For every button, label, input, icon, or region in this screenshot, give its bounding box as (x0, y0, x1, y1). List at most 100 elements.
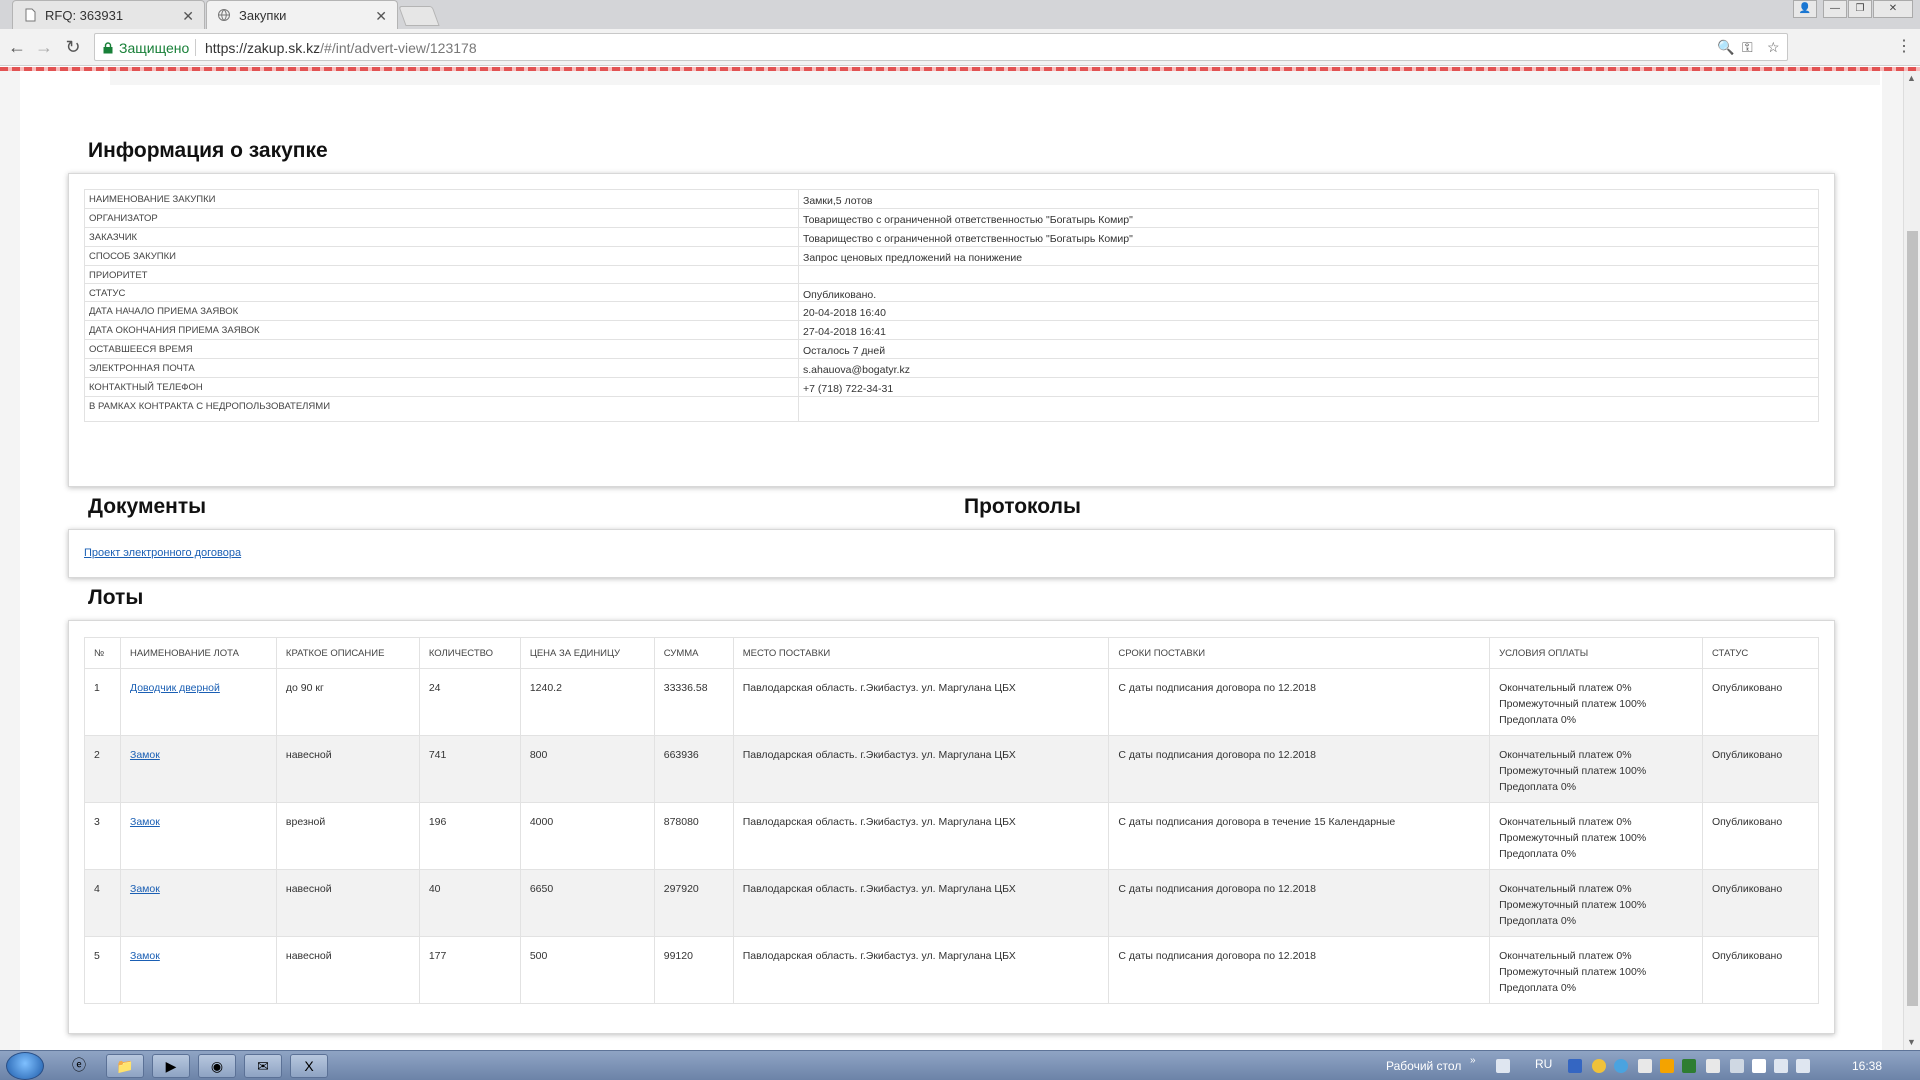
outlook-icon[interactable]: ✉ (244, 1054, 282, 1078)
lot-name: Замок (119, 735, 277, 803)
close-icon[interactable]: ✕ (375, 8, 387, 25)
restore-icon[interactable]: ❐ (1848, 0, 1872, 18)
lot-number: 2 (84, 735, 121, 803)
media-player-icon[interactable]: ▶ (152, 1054, 190, 1078)
chevron-icon[interactable]: » (1470, 1055, 1476, 1066)
lot-status: Опубликовано (1701, 936, 1820, 1004)
url-field[interactable]: Защищено https://zakup.sk.kz/#/int/adver… (94, 33, 1788, 61)
volume-icon[interactable] (1796, 1059, 1810, 1073)
printer-icon[interactable] (1638, 1059, 1652, 1073)
lot-quantity: 24 (418, 668, 521, 736)
lot-delivery-place: Павлодарская область. г.Экибастуз. ул. М… (732, 802, 1110, 870)
network-icon[interactable] (1774, 1059, 1788, 1073)
info-row: Организатор Товарищество с ограниченной о… (84, 208, 1819, 228)
payment-line: Промежуточный платеж 100% (1499, 765, 1647, 777)
info-value (798, 396, 1819, 422)
tablet-icon[interactable] (1496, 1059, 1510, 1073)
lot-name-link[interactable]: Доводчик дверной (130, 682, 220, 694)
menu-dots-icon[interactable]: ⋮ (1893, 37, 1915, 57)
payment-line: Промежуточный платеж 100% (1499, 966, 1647, 978)
top-strip (110, 71, 1880, 85)
lot-status: Опубликовано (1701, 802, 1820, 870)
scroll-thumb[interactable] (1907, 231, 1918, 1006)
lot-delivery-place: Павлодарская область. г.Экибастуз. ул. М… (732, 869, 1110, 937)
lot-unit-price: 1240.2 (519, 668, 655, 736)
lot-delivery-term: С даты подписания договора по 12.2018 (1108, 668, 1491, 736)
lot-name-link[interactable]: Замок (130, 883, 160, 895)
shield-icon[interactable] (1568, 1059, 1582, 1073)
documents-heading: Документы (88, 495, 207, 518)
new-tab-button[interactable] (398, 6, 440, 26)
lot-name: Доводчик дверной (119, 668, 277, 736)
lot-name-link[interactable]: Замок (130, 749, 160, 761)
zoom-icon[interactable]: 🔍 (1717, 39, 1734, 56)
address-bar: ← → ↻ Защищено https://zakup.sk.kz/#/int… (0, 29, 1920, 66)
lot-payment-terms: Окончательный платеж 0% Промежуточный пла… (1489, 936, 1703, 1004)
excel-icon[interactable]: X (290, 1054, 328, 1078)
info-label: Наименование закупки (84, 189, 799, 209)
scroll-down-icon[interactable]: ▼ (1907, 1037, 1916, 1047)
lot-quantity: 196 (418, 802, 521, 870)
window-close-icon[interactable]: ✕ (1873, 0, 1913, 18)
contract-draft-link[interactable]: Проект электронного договора (84, 547, 241, 559)
info-value: +7 (718) 722-34-31 (798, 377, 1819, 397)
info-label: Статус (84, 283, 799, 302)
lot-unit-price: 800 (519, 735, 655, 803)
tab-rfq[interactable]: RFQ: 363931 ✕ (12, 0, 205, 29)
minimize-icon[interactable]: — (1823, 0, 1847, 18)
scrollbar[interactable]: ▲ ▼ (1903, 71, 1920, 1051)
table-row: 3 Замок врезной 196 4000 878080 Павлодарская о… (84, 802, 1820, 870)
table-header-row: № Наименование лота Краткое описание Количе… (84, 637, 1820, 669)
language-indicator[interactable]: RU (1535, 1057, 1552, 1071)
explorer-folder-icon[interactable]: 📁 (106, 1054, 144, 1078)
lot-description: навесной (275, 936, 420, 1004)
tab-title: Закупки (239, 7, 287, 23)
url-text: https://zakup.sk.kz/#/int/advert-view/12… (205, 40, 477, 56)
scroll-up-icon[interactable]: ▲ (1907, 73, 1916, 83)
payment-line: Промежуточный платеж 100% (1499, 698, 1647, 710)
lot-name-link[interactable]: Замок (130, 950, 160, 962)
back-arrow-icon[interactable]: ← (6, 37, 28, 57)
lot-number: 4 (84, 869, 121, 937)
info-row: Дата начало приема заявок 20-04-2018 16:4… (84, 301, 1819, 321)
help-icon[interactable] (1614, 1059, 1628, 1073)
clock[interactable]: 16:38 (1852, 1059, 1882, 1073)
start-orb-icon[interactable] (6, 1052, 44, 1080)
printer-icon[interactable] (1706, 1059, 1720, 1073)
forward-arrow-icon[interactable]: → (33, 37, 55, 57)
lot-name-link[interactable]: Замок (130, 816, 160, 828)
ie-icon[interactable]: ⓔ (60, 1054, 98, 1078)
lot-delivery-place: Павлодарская область. г.Экибастуз. ул. М… (732, 936, 1110, 1004)
star-icon[interactable]: ☆ (1767, 39, 1780, 56)
bulb-icon[interactable] (1592, 1059, 1606, 1073)
info-table: Наименование закупки Замки,5 лотов Организ… (84, 189, 1819, 422)
lot-payment-terms: Окончательный платеж 0% Промежуточный пла… (1489, 668, 1703, 736)
lot-sum: 663936 (653, 735, 734, 803)
url-path: /#/int/advert-view/123178 (320, 40, 477, 56)
lot-delivery-place: Павлодарская область. г.Экибастуз. ул. М… (732, 668, 1110, 736)
key-icon[interactable]: ⚿ (1742, 39, 1753, 56)
desktop-toolbar-label[interactable]: Рабочий стол (1386, 1059, 1461, 1073)
network-monitor-icon[interactable] (1682, 1059, 1696, 1073)
url-host: https://zakup.sk.kz (205, 40, 321, 56)
lot-sum: 33336.58 (653, 668, 734, 736)
lot-unit-price: 500 (519, 936, 655, 1004)
flag-icon[interactable] (1752, 1059, 1766, 1073)
lot-description: навесной (275, 869, 420, 937)
payment-line: Предоплата 0% (1499, 781, 1577, 793)
user-icon[interactable]: 👤 (1793, 0, 1817, 18)
reload-icon[interactable]: ↻ (62, 37, 84, 57)
lot-number: 3 (84, 802, 121, 870)
table-row: 2 Замок навесной 741 800 663936 Павлодарская о… (84, 735, 1820, 803)
payment-line: Предоплата 0% (1499, 714, 1577, 726)
mail-icon[interactable] (1660, 1059, 1674, 1073)
chrome-icon[interactable]: ◉ (198, 1054, 236, 1078)
divider (195, 39, 196, 56)
lot-payment-terms: Окончательный платеж 0% Промежуточный пла… (1489, 735, 1703, 803)
table-row: 1 Доводчик дверной до 90 кг 24 1240.2 33336.5… (84, 668, 1820, 736)
usb-icon[interactable] (1730, 1059, 1744, 1073)
protocols-heading[interactable]: Протоколы (964, 495, 1081, 519)
tab-zakupki[interactable]: Закупки ✕ (206, 0, 398, 29)
lot-number: 1 (84, 668, 121, 736)
close-icon[interactable]: ✕ (182, 8, 194, 25)
